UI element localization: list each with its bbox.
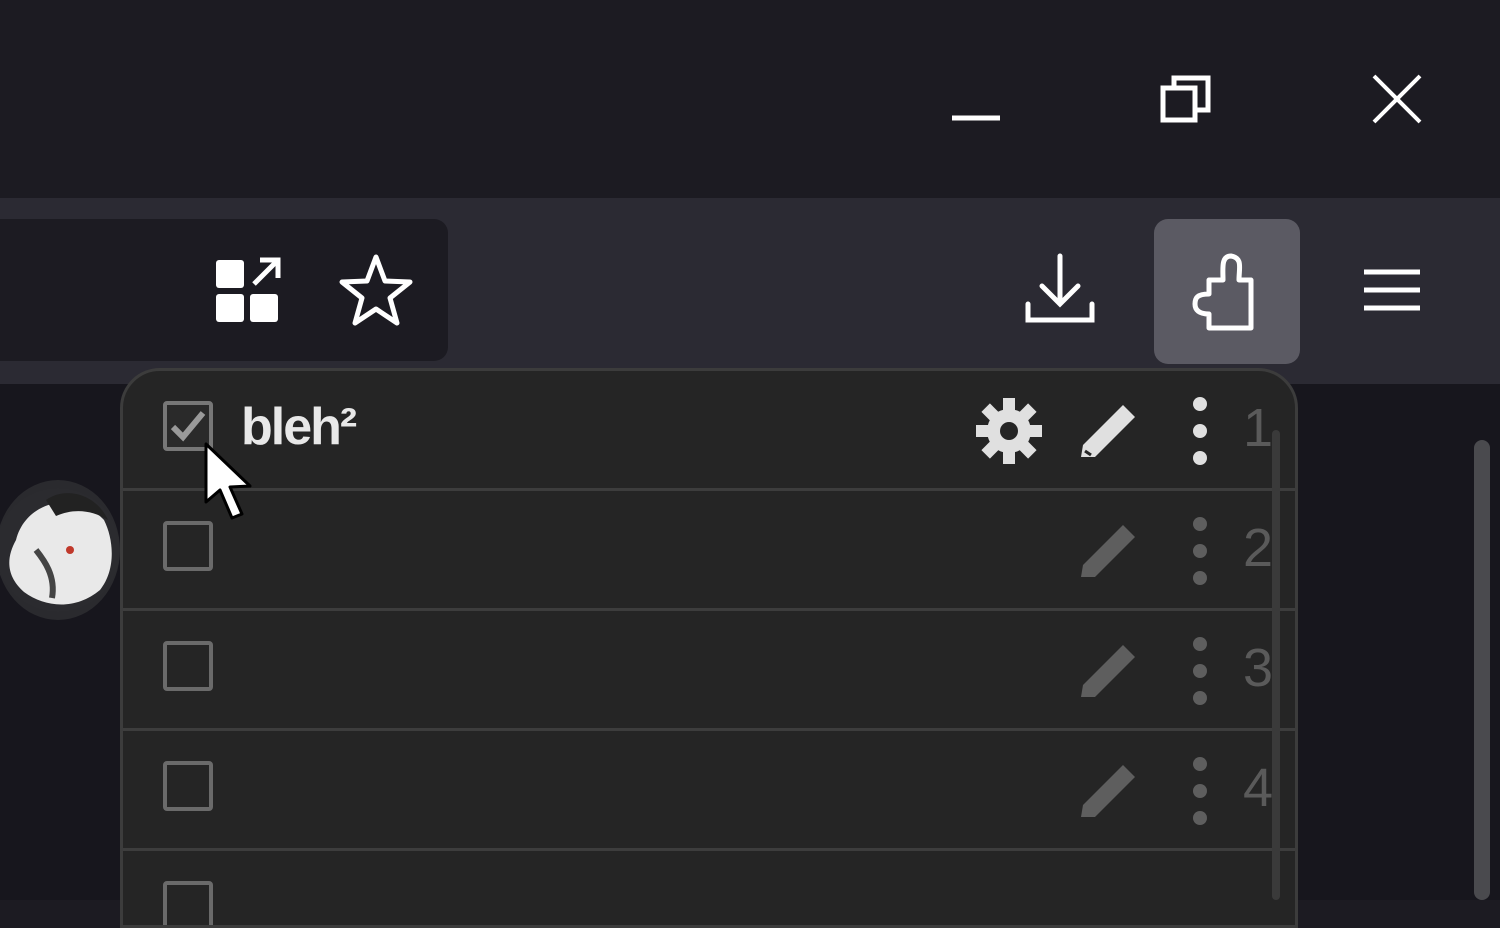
kebab-menu-icon: [1193, 397, 1207, 465]
row-number: 2: [1243, 518, 1274, 578]
restore-icon: [1160, 75, 1211, 123]
bookmark-button[interactable]: [328, 249, 424, 333]
extension-popup: bleh² 1 2 3 4: [120, 368, 1298, 928]
restore-button[interactable]: [1126, 50, 1246, 150]
bookmark-star-icon: [339, 254, 413, 326]
tab-grid-icon: [216, 257, 281, 322]
row-number: 3: [1243, 638, 1274, 698]
close-icon: [1372, 74, 1422, 124]
row-number: 4: [1243, 758, 1274, 818]
edit-button[interactable]: [1071, 631, 1147, 711]
downloads-button[interactable]: [1012, 240, 1108, 340]
pencil-icon: [1081, 525, 1135, 577]
row-checkbox[interactable]: [163, 881, 213, 925]
app-menu-button[interactable]: [1344, 240, 1440, 340]
menu-hamburger-icon: [1364, 269, 1420, 311]
list-item[interactable]: [123, 851, 1295, 925]
extensions-puzzle-icon: [1192, 253, 1254, 330]
kebab-menu-icon: [1193, 757, 1207, 825]
more-options-button[interactable]: [1175, 513, 1225, 589]
minimize-button[interactable]: [916, 50, 1036, 150]
list-item[interactable]: 2: [123, 491, 1295, 611]
edit-button[interactable]: [1071, 391, 1147, 471]
settings-button[interactable]: [971, 393, 1047, 469]
list-item[interactable]: 4: [123, 731, 1295, 851]
tab-grid-button[interactable]: [200, 249, 298, 333]
mouse-cursor-icon: [204, 442, 252, 520]
edit-button[interactable]: [1071, 511, 1147, 591]
url-bar[interactable]: [0, 219, 448, 361]
avatar-image: [0, 488, 120, 612]
list-item[interactable]: 3: [123, 611, 1295, 731]
edit-button[interactable]: [1071, 751, 1147, 831]
pencil-icon: [1081, 405, 1135, 457]
row-checkbox[interactable]: [163, 641, 213, 691]
more-options-button[interactable]: [1175, 393, 1225, 469]
popup-scrollbar[interactable]: [1272, 430, 1280, 900]
kebab-menu-icon: [1193, 637, 1207, 705]
extensions-button[interactable]: [1154, 219, 1300, 364]
more-options-button[interactable]: [1175, 753, 1225, 829]
gear-icon: [976, 398, 1042, 464]
minimize-icon: [952, 115, 1000, 121]
more-options-button[interactable]: [1175, 633, 1225, 709]
close-button[interactable]: [1336, 50, 1456, 150]
window-titlebar: [0, 0, 1500, 198]
download-icon: [1025, 253, 1095, 323]
pencil-icon: [1081, 645, 1135, 697]
avatar[interactable]: [0, 480, 120, 620]
row-checkbox[interactable]: [163, 521, 213, 571]
list-item[interactable]: bleh² 1: [123, 371, 1295, 491]
kebab-menu-icon: [1193, 517, 1207, 585]
page-scrollbar[interactable]: [1474, 440, 1490, 900]
row-checkbox[interactable]: [163, 761, 213, 811]
row-number: 1: [1243, 398, 1274, 458]
pencil-icon: [1081, 765, 1135, 817]
